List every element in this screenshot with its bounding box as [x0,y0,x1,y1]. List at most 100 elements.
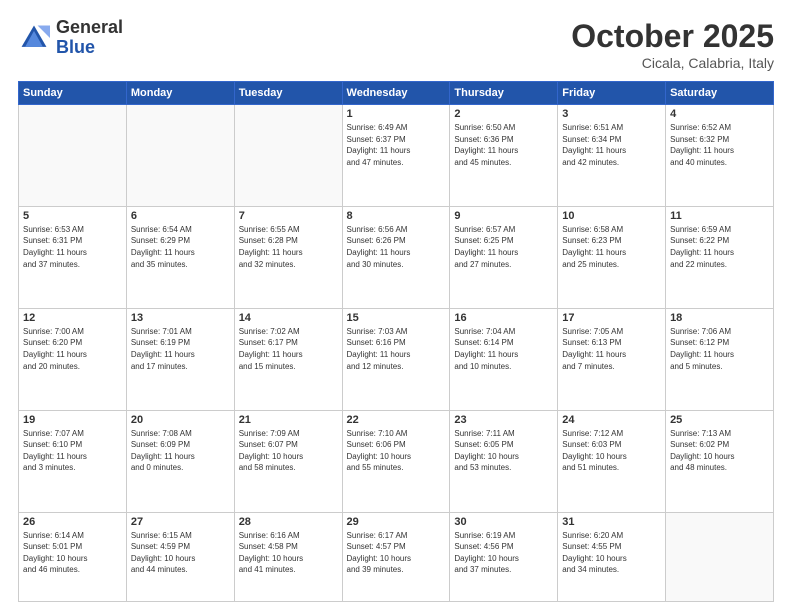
day-info: Sunrise: 7:00 AM Sunset: 6:20 PM Dayligh… [23,326,122,372]
table-row: 19 Sunrise: 7:07 AM Sunset: 6:10 PM Dayli… [19,410,127,512]
col-thursday: Thursday [450,82,558,105]
day-info: Sunrise: 7:08 AM Sunset: 6:09 PM Dayligh… [131,428,230,474]
day-number: 9 [454,210,553,222]
day-info: Sunrise: 6:50 AM Sunset: 6:36 PM Dayligh… [454,122,553,168]
table-row: 31 Sunrise: 6:20 AM Sunset: 4:55 PM Dayli… [558,512,666,602]
table-row: 17 Sunrise: 7:05 AM Sunset: 6:13 PM Dayli… [558,308,666,410]
day-info: Sunrise: 7:10 AM Sunset: 6:06 PM Dayligh… [347,428,446,474]
table-row: 3 Sunrise: 6:51 AM Sunset: 6:34 PM Daylig… [558,105,666,207]
table-row: 27 Sunrise: 6:15 AM Sunset: 4:59 PM Dayli… [126,512,234,602]
day-number: 7 [239,210,338,222]
table-row: 21Sunrise: 7:09 AM Sunset: 6:07 PM Dayli… [234,410,342,512]
day-info: Sunrise: 6:15 AM Sunset: 4:59 PM Dayligh… [131,530,230,576]
month-title: October 2025 [571,18,774,55]
table-row: 11 Sunrise: 6:59 AM Sunset: 6:22 PM Dayli… [666,206,774,308]
calendar-week-row: 1Sunrise: 6:49 AM Sunset: 6:37 PM Daylig… [19,105,774,207]
title-block: October 2025 Cicala, Calabria, Italy [571,18,774,71]
table-row: 9 Sunrise: 6:57 AM Sunset: 6:25 PM Daylig… [450,206,558,308]
calendar-header-row: Sunday Monday Tuesday Wednesday Thursday… [19,82,774,105]
day-number: 29 [347,516,446,528]
calendar-week-row: 19 Sunrise: 7:07 AM Sunset: 6:10 PM Dayli… [19,410,774,512]
day-number: 11 [670,210,769,222]
day-number: 5 [23,210,122,222]
day-info: Sunrise: 6:51 AM Sunset: 6:34 PM Dayligh… [562,122,661,168]
calendar-table: Sunday Monday Tuesday Wednesday Thursday… [18,81,774,602]
day-info: Sunrise: 7:06 AM Sunset: 6:12 PM Dayligh… [670,326,769,372]
table-row: 6 Sunrise: 6:54 AM Sunset: 6:29 PM Daylig… [126,206,234,308]
calendar-week-row: 26 Sunrise: 6:14 AM Sunset: 5:01 PM Dayli… [19,512,774,602]
day-info: Sunrise: 7:05 AM Sunset: 6:13 PM Dayligh… [562,326,661,372]
logo-icon [18,22,50,54]
day-info: Sunrise: 6:49 AM Sunset: 6:37 PM Dayligh… [347,122,446,168]
day-number: 18 [670,312,769,324]
day-info: Sunrise: 6:17 AM Sunset: 4:57 PM Dayligh… [347,530,446,576]
header: General Blue October 2025 Cicala, Calabr… [18,18,774,71]
table-row: 1Sunrise: 6:49 AM Sunset: 6:37 PM Daylig… [342,105,450,207]
table-row: 13 Sunrise: 7:01 AM Sunset: 6:19 PM Dayli… [126,308,234,410]
day-info: Sunrise: 7:07 AM Sunset: 6:10 PM Dayligh… [23,428,122,474]
table-row: 28 Sunrise: 6:16 AM Sunset: 4:58 PM Dayli… [234,512,342,602]
day-number: 25 [670,414,769,426]
day-info: Sunrise: 6:59 AM Sunset: 6:22 PM Dayligh… [670,224,769,270]
calendar-week-row: 12 Sunrise: 7:00 AM Sunset: 6:20 PM Dayli… [19,308,774,410]
table-row [234,105,342,207]
day-info: Sunrise: 6:54 AM Sunset: 6:29 PM Dayligh… [131,224,230,270]
day-number: 24 [562,414,661,426]
day-info: Sunrise: 6:19 AM Sunset: 4:56 PM Dayligh… [454,530,553,576]
table-row: 8Sunrise: 6:56 AM Sunset: 6:26 PM Daylig… [342,206,450,308]
day-info: Sunrise: 6:53 AM Sunset: 6:31 PM Dayligh… [23,224,122,270]
logo-blue: Blue [56,37,95,57]
col-saturday: Saturday [666,82,774,105]
page: General Blue October 2025 Cicala, Calabr… [0,0,792,612]
table-row: 10 Sunrise: 6:58 AM Sunset: 6:23 PM Dayli… [558,206,666,308]
day-number: 13 [131,312,230,324]
day-info: Sunrise: 6:57 AM Sunset: 6:25 PM Dayligh… [454,224,553,270]
table-row: 26 Sunrise: 6:14 AM Sunset: 5:01 PM Dayli… [19,512,127,602]
day-number: 23 [454,414,553,426]
day-number: 2 [454,108,553,120]
day-info: Sunrise: 7:09 AM Sunset: 6:07 PM Dayligh… [239,428,338,474]
table-row [126,105,234,207]
day-number: 4 [670,108,769,120]
table-row: 4 Sunrise: 6:52 AM Sunset: 6:32 PM Daylig… [666,105,774,207]
day-number: 31 [562,516,661,528]
day-info: Sunrise: 6:55 AM Sunset: 6:28 PM Dayligh… [239,224,338,270]
table-row: 29 Sunrise: 6:17 AM Sunset: 4:57 PM Dayli… [342,512,450,602]
table-row: 23Sunrise: 7:11 AM Sunset: 6:05 PM Dayli… [450,410,558,512]
table-row: 18 Sunrise: 7:06 AM Sunset: 6:12 PM Dayli… [666,308,774,410]
day-number: 17 [562,312,661,324]
col-friday: Friday [558,82,666,105]
day-number: 16 [454,312,553,324]
col-tuesday: Tuesday [234,82,342,105]
day-number: 3 [562,108,661,120]
day-number: 27 [131,516,230,528]
day-info: Sunrise: 6:16 AM Sunset: 4:58 PM Dayligh… [239,530,338,576]
day-number: 20 [131,414,230,426]
day-number: 30 [454,516,553,528]
day-number: 12 [23,312,122,324]
table-row: 25Sunrise: 7:13 AM Sunset: 6:02 PM Dayli… [666,410,774,512]
day-number: 6 [131,210,230,222]
table-row: 2 Sunrise: 6:50 AM Sunset: 6:36 PM Daylig… [450,105,558,207]
table-row: 20 Sunrise: 7:08 AM Sunset: 6:09 PM Dayli… [126,410,234,512]
table-row: 5 Sunrise: 6:53 AM Sunset: 6:31 PM Daylig… [19,206,127,308]
table-row: 16Sunrise: 7:04 AM Sunset: 6:14 PM Dayli… [450,308,558,410]
logo-general: General [56,17,123,37]
day-number: 14 [239,312,338,324]
logo: General Blue [18,18,123,58]
day-number: 26 [23,516,122,528]
location-subtitle: Cicala, Calabria, Italy [571,55,774,71]
day-number: 10 [562,210,661,222]
day-number: 22 [347,414,446,426]
table-row: 14Sunrise: 7:02 AM Sunset: 6:17 PM Dayli… [234,308,342,410]
day-number: 28 [239,516,338,528]
day-number: 19 [23,414,122,426]
day-info: Sunrise: 7:01 AM Sunset: 6:19 PM Dayligh… [131,326,230,372]
table-row: 12 Sunrise: 7:00 AM Sunset: 6:20 PM Dayli… [19,308,127,410]
day-info: Sunrise: 6:58 AM Sunset: 6:23 PM Dayligh… [562,224,661,270]
day-info: Sunrise: 6:14 AM Sunset: 5:01 PM Dayligh… [23,530,122,576]
day-info: Sunrise: 6:20 AM Sunset: 4:55 PM Dayligh… [562,530,661,576]
day-info: Sunrise: 7:12 AM Sunset: 6:03 PM Dayligh… [562,428,661,474]
logo-text: General Blue [56,18,123,58]
day-info: Sunrise: 6:52 AM Sunset: 6:32 PM Dayligh… [670,122,769,168]
